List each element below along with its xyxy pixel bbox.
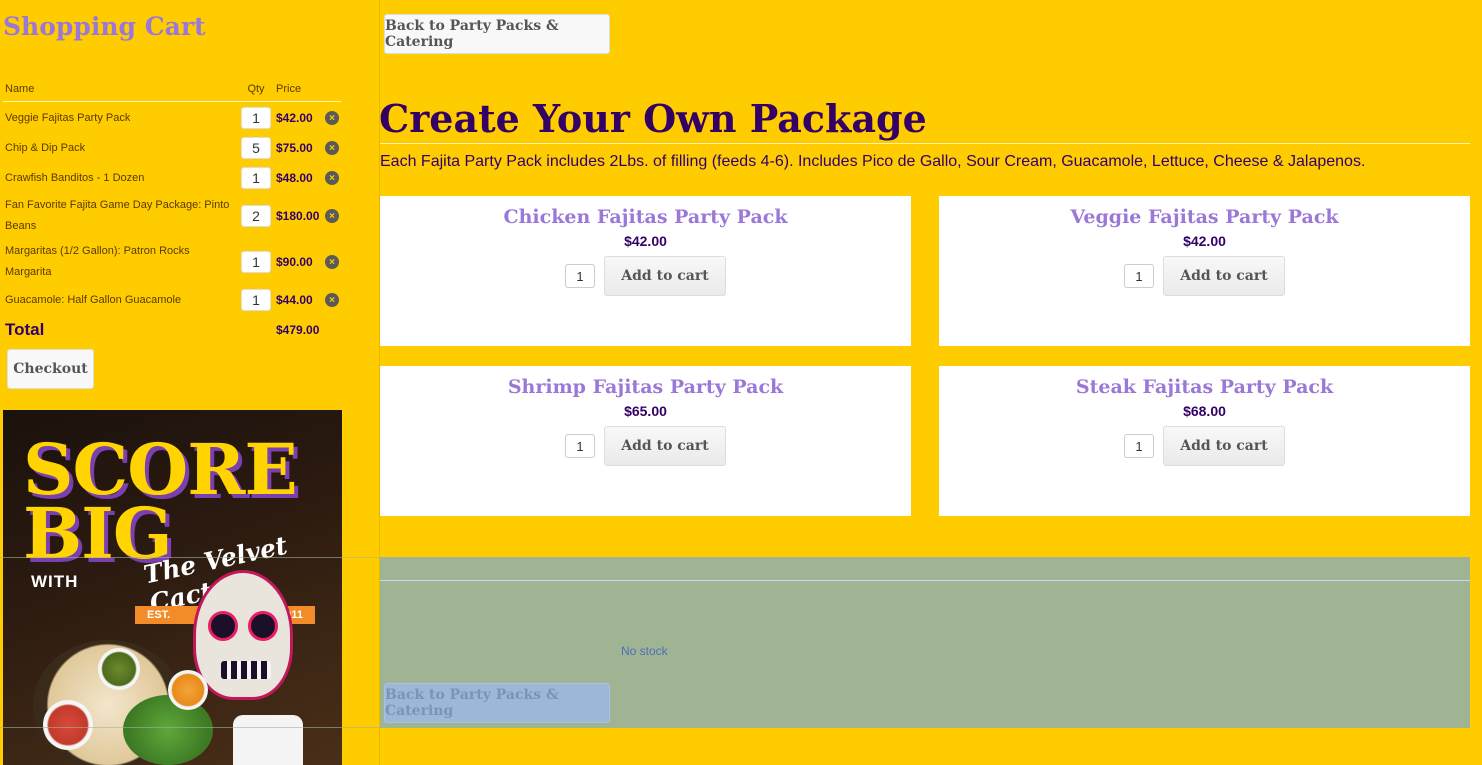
- no-stock-overlay: No stock Back to Party Packs & Catering: [380, 557, 1470, 728]
- cart-header-qty: Qty: [247, 82, 265, 95]
- product-card: Veggie Fajitas Party Pack $42.00 1 Add t…: [939, 196, 1470, 346]
- cart-item-price: $48.00: [276, 171, 313, 185]
- remove-item-icon[interactable]: ×: [325, 209, 339, 223]
- add-to-cart-button[interactable]: Add to cart: [1163, 426, 1285, 466]
- cart-qty-input[interactable]: 1: [241, 289, 271, 311]
- product-qty-input[interactable]: 1: [1124, 264, 1154, 288]
- cart-qty-input[interactable]: 5: [241, 137, 271, 159]
- product-price: $68.00: [1183, 403, 1226, 419]
- cart-item-price: $180.00: [276, 209, 320, 223]
- cart-total-row: Total $479.00: [5, 320, 340, 340]
- cart-item-name: Crawfish Banditos - 1 Dozen: [5, 171, 145, 184]
- product-qty-input[interactable]: 1: [565, 434, 595, 458]
- product-card: Steak Fajitas Party Pack $68.00 1 Add to…: [939, 366, 1470, 516]
- back-to-party-packs-button[interactable]: Back to Party Packs & Catering: [384, 14, 610, 54]
- add-to-cart-button[interactable]: Add to cart: [604, 426, 726, 466]
- remove-item-icon[interactable]: ×: [325, 255, 339, 269]
- title-divider: [380, 143, 1470, 144]
- no-stock-message: No stock: [621, 644, 668, 658]
- cart-qty-input[interactable]: 2: [241, 205, 271, 227]
- add-to-cart-button[interactable]: Add to cart: [1163, 256, 1285, 296]
- cart-item-price: $42.00: [276, 111, 313, 125]
- cart-total-value: $479.00: [276, 323, 320, 337]
- product-price: $42.00: [624, 233, 667, 249]
- cart-item-name: Margaritas (1/2 Gallon): Patron Rocks Ma…: [5, 245, 190, 278]
- cart-title: Shopping Cart: [3, 12, 206, 41]
- product-price: $42.00: [1183, 233, 1226, 249]
- cart-row: Veggie Fajitas Party Pack 1 $42.00 ×: [3, 103, 341, 133]
- product-card: Shrimp Fajitas Party Pack $65.00 1 Add t…: [380, 366, 911, 516]
- cart-table: Name Qty Price Veggie Fajitas Party Pack…: [3, 76, 341, 315]
- cart-header-price: Price: [276, 82, 302, 95]
- back-to-party-packs-button-bottom[interactable]: Back to Party Packs & Catering: [384, 683, 610, 723]
- product-name[interactable]: Steak Fajitas Party Pack: [939, 375, 1470, 399]
- cart-item-name: Veggie Fajitas Party Pack: [5, 111, 131, 124]
- overlay-divider: [380, 580, 1470, 581]
- product-name[interactable]: Shrimp Fajitas Party Pack: [380, 375, 911, 399]
- product-qty-input[interactable]: 1: [565, 264, 595, 288]
- cart-qty-input[interactable]: 1: [241, 107, 271, 129]
- cart-item-price: $44.00: [276, 293, 313, 307]
- cart-item-name: Chip & Dip Pack: [5, 141, 86, 154]
- cart-header-row: Name Qty Price: [3, 76, 341, 102]
- cart-header-name: Name: [5, 82, 35, 95]
- product-qty-input[interactable]: 1: [1124, 434, 1154, 458]
- cart-item-name: Guacamole: Half Gallon Guacamole: [5, 293, 182, 306]
- cart-qty-input[interactable]: 1: [241, 251, 271, 273]
- cart-qty-input[interactable]: 1: [241, 167, 271, 189]
- cart-item-price: $75.00: [276, 141, 313, 155]
- product-price: $65.00: [624, 403, 667, 419]
- remove-item-icon[interactable]: ×: [325, 111, 339, 125]
- package-description: Each Fajita Party Pack includes 2Lbs. of…: [380, 153, 1366, 170]
- cart-item-name: Fan Favorite Fajita Game Day Package: Pi…: [5, 199, 230, 232]
- cart-row: Chip & Dip Pack 5 $75.00 ×: [3, 133, 341, 163]
- cart-row: Fan Favorite Fajita Game Day Package: Pi…: [3, 193, 341, 239]
- checkout-button[interactable]: Checkout: [7, 349, 94, 389]
- add-to-cart-button[interactable]: Add to cart: [604, 256, 726, 296]
- overlay-band-edge: [0, 557, 380, 728]
- cart-total-label: Total: [5, 320, 45, 339]
- product-name[interactable]: Veggie Fajitas Party Pack: [939, 205, 1470, 229]
- product-card: Chicken Fajitas Party Pack $42.00 1 Add …: [380, 196, 911, 346]
- cart-row: Guacamole: Half Gallon Guacamole 1 $44.0…: [3, 285, 341, 315]
- page-title: Create Your Own Package: [379, 96, 927, 141]
- cart-item-price: $90.00: [276, 255, 313, 269]
- cart-row: Crawfish Banditos - 1 Dozen 1 $48.00 ×: [3, 163, 341, 193]
- remove-item-icon[interactable]: ×: [325, 171, 339, 185]
- cart-row: Margaritas (1/2 Gallon): Patron Rocks Ma…: [3, 239, 341, 285]
- remove-item-icon[interactable]: ×: [325, 293, 339, 307]
- product-name[interactable]: Chicken Fajitas Party Pack: [380, 205, 911, 229]
- remove-item-icon[interactable]: ×: [325, 141, 339, 155]
